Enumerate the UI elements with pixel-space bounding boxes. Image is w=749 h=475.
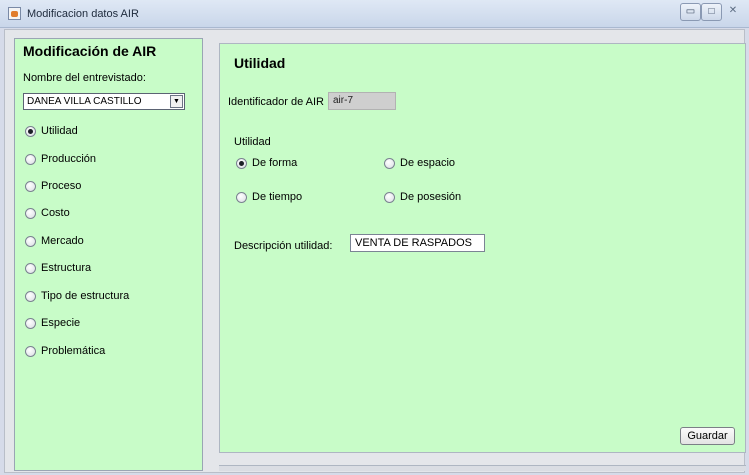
window-title: Modificacion datos AIR <box>27 8 139 20</box>
utility-radio-de-posesion[interactable]: De posesión <box>384 189 461 205</box>
nav-radio-mercado[interactable]: Mercado <box>25 233 84 249</box>
radio-indicator[interactable] <box>25 207 36 219</box>
nav-radio-estructura[interactable]: Estructura <box>25 260 91 276</box>
utility-radio-label: De espacio <box>400 157 456 169</box>
description-label: Descripción utilidad: <box>234 240 333 252</box>
radio-indicator[interactable] <box>384 157 395 169</box>
save-button[interactable]: Guardar <box>680 427 735 445</box>
air-id-field: air-7 <box>328 92 396 110</box>
utility-radio-de-espacio[interactable]: De espacio <box>384 155 455 171</box>
nav-radio-utilidad[interactable]: Utilidad <box>25 123 78 139</box>
status-strip <box>219 465 746 471</box>
interviewee-label: Nombre del entrevistado: <box>23 72 146 84</box>
nav-radio-label: Tipo de estructura <box>41 290 130 302</box>
nav-radio-costo[interactable]: Costo <box>25 205 70 221</box>
nav-radio-label: Costo <box>41 207 70 219</box>
radio-indicator[interactable] <box>384 191 395 203</box>
radio-indicator[interactable] <box>25 153 36 165</box>
nav-radio-label: Problemática <box>41 345 106 357</box>
nav-radio-problematica[interactable]: Problemática <box>25 343 105 359</box>
maximize-button[interactable]: □ <box>701 3 722 21</box>
description-input[interactable]: VENTA DE RASPADOS <box>350 234 485 252</box>
nav-radio-label: Producción <box>41 153 97 165</box>
form-title: Utilidad <box>234 55 286 71</box>
utility-radio-label: De posesión <box>400 191 462 203</box>
java-app-icon <box>8 7 21 20</box>
radio-indicator[interactable] <box>25 317 36 329</box>
nav-radio-produccion[interactable]: Producción <box>25 151 96 167</box>
left-panel-title: Modificación de AIR <box>23 43 157 59</box>
nav-radio-proceso[interactable]: Proceso <box>25 178 81 194</box>
utility-radio-de-tiempo[interactable]: De tiempo <box>236 189 302 205</box>
minimize-button[interactable]: ▭ <box>680 3 701 21</box>
radio-indicator[interactable] <box>25 235 36 247</box>
utility-radio-de-forma[interactable]: De forma <box>236 155 297 171</box>
chevron-down-icon[interactable]: ▼ <box>170 95 183 108</box>
utility-group-label: Utilidad <box>234 136 271 148</box>
utility-radio-label: De forma <box>252 157 298 169</box>
nav-radio-especie[interactable]: Especie <box>25 315 80 331</box>
nav-radio-label: Utilidad <box>41 125 78 137</box>
interviewee-select[interactable]: DANEA VILLA CASTILLO ▼ <box>23 93 185 110</box>
close-button[interactable]: ✕ <box>722 3 744 21</box>
interviewee-selected-value: DANEA VILLA CASTILLO <box>27 96 142 107</box>
radio-indicator[interactable] <box>25 290 36 302</box>
nav-radio-label: Proceso <box>41 180 82 192</box>
radio-indicator[interactable] <box>236 191 247 203</box>
radio-indicator[interactable] <box>25 125 36 137</box>
air-id-label: Identificador de AIR <box>228 96 325 108</box>
nav-radio-tipo-estructura[interactable]: Tipo de estructura <box>25 288 129 304</box>
nav-radio-label: Especie <box>41 317 81 329</box>
radio-indicator[interactable] <box>25 262 36 274</box>
radio-indicator[interactable] <box>25 345 36 357</box>
radio-indicator[interactable] <box>236 157 247 169</box>
radio-indicator[interactable] <box>25 180 36 192</box>
nav-radio-label: Mercado <box>41 235 84 247</box>
utility-radio-label: De tiempo <box>252 191 303 203</box>
title-bar: Modificacion datos AIR ▭ □ ✕ <box>0 0 749 28</box>
nav-radio-label: Estructura <box>41 262 92 274</box>
